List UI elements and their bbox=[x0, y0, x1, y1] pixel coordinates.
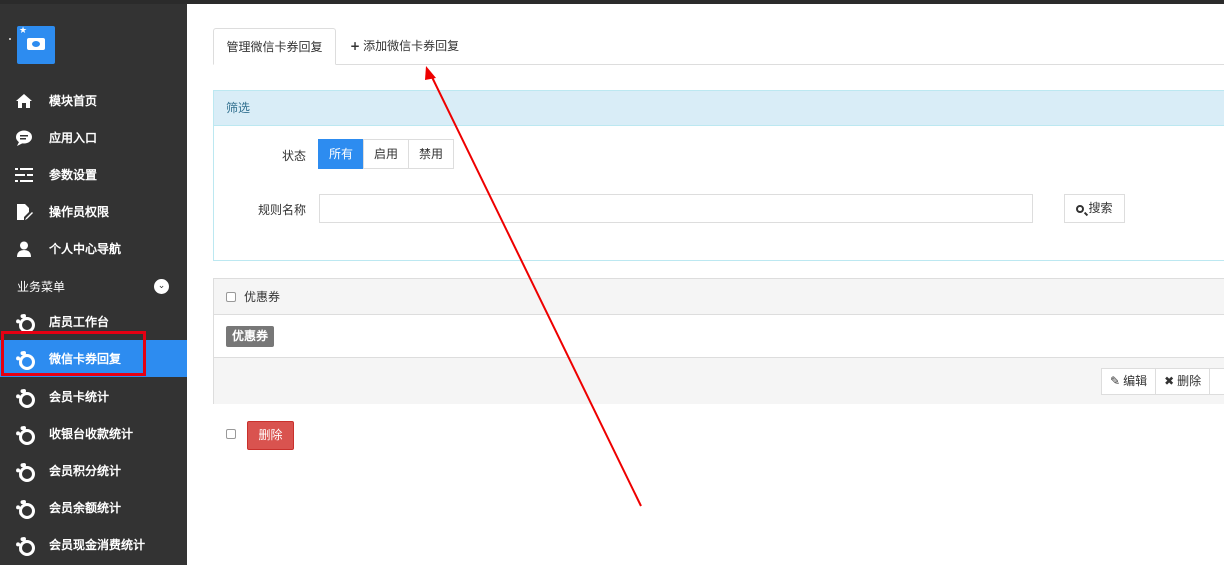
annotation-arrow bbox=[425, 66, 642, 507]
